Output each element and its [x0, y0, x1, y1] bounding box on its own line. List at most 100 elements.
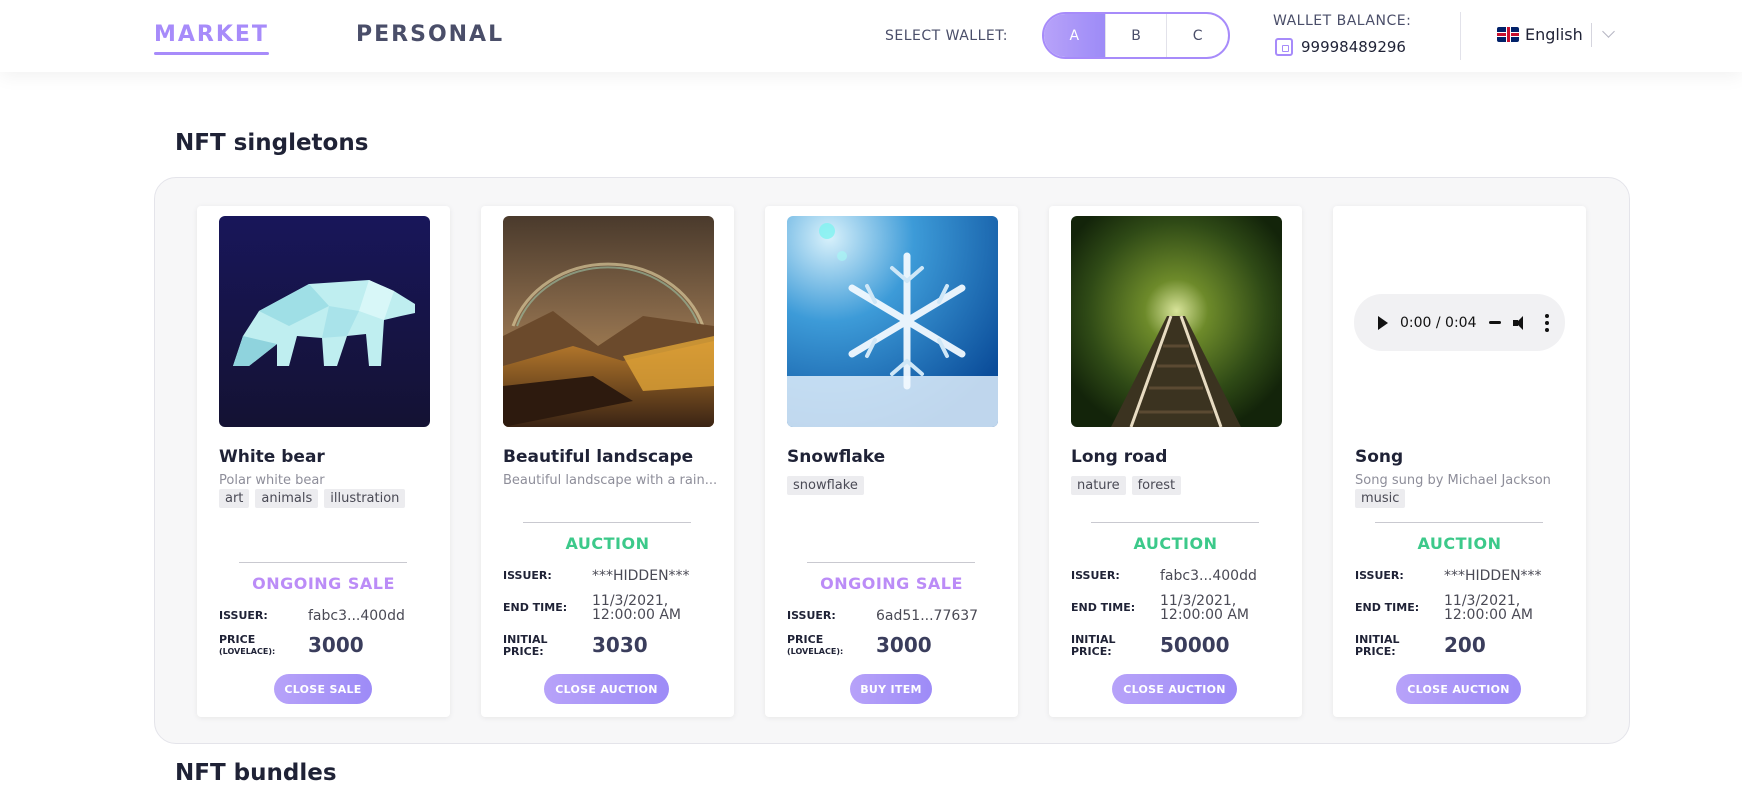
end-time-date: 11/3/2021, [1444, 593, 1521, 609]
issuer-label: ISSUER: [219, 609, 268, 622]
landscape-rainbow-image [503, 216, 714, 427]
initial-price-label-line2: PRICE: [1355, 645, 1396, 658]
tab-market[interactable]: MARKET [154, 22, 269, 55]
end-time-value: 11/3/2021, 12:00:00 AM [592, 594, 681, 622]
close-auction-button[interactable]: CLOSE AUCTION [1396, 674, 1521, 704]
wallet-option-a[interactable]: A [1044, 14, 1106, 57]
wallet-selector: A B C [1042, 12, 1230, 59]
wallet-balance-label: WALLET BALANCE: [1273, 13, 1412, 29]
close-sale-button[interactable]: CLOSE SALE [274, 674, 372, 704]
uk-flag-icon [1497, 27, 1519, 42]
nft-card-long-road: Long road nature forest AUCTION ISSUER: … [1049, 206, 1302, 717]
initial-price-label-line2: PRICE: [503, 645, 544, 658]
initial-price-label-line2: PRICE: [1071, 645, 1112, 658]
tag-list: art animals illustration [219, 489, 406, 508]
issuer-value: fabc3...400dd [308, 608, 405, 624]
header-divider [1460, 12, 1461, 60]
status-badge: AUCTION [1133, 534, 1218, 553]
language-label: English [1525, 25, 1583, 44]
status-badge: ONGOING SALE [252, 574, 395, 593]
wallet-option-c[interactable]: C [1167, 14, 1228, 57]
issuer-label: ISSUER: [787, 609, 836, 622]
status-badge: AUCTION [565, 534, 650, 553]
card-title: Beautiful landscape [503, 447, 694, 467]
issuer-value: fabc3...400dd [1160, 568, 1257, 584]
tag-list: music [1355, 489, 1406, 508]
wallet-icon [1275, 38, 1293, 56]
nft-singletons-grid: White bear Polar white bear art animals … [154, 177, 1630, 744]
more-options-icon[interactable] [1544, 313, 1549, 332]
price-label: PRICE (LOVELACE): [787, 634, 843, 658]
end-time-label: END TIME: [1071, 601, 1136, 614]
card-title: Snowflake [787, 447, 886, 467]
price-value: 3000 [308, 633, 364, 657]
end-time-label: END TIME: [503, 601, 568, 614]
issuer-value: ***HIDDEN*** [592, 568, 690, 584]
tab-personal[interactable]: PERSONAL [356, 22, 504, 47]
card-divider [807, 562, 975, 563]
card-description: Beautiful landscape with a rain... [503, 473, 718, 488]
issuer-value: ***HIDDEN*** [1444, 568, 1542, 584]
nft-card-song: 0:00 / 0:04 Song Song sung by Michael Ja… [1333, 206, 1586, 717]
end-time-value: 11/3/2021, 12:00:00 AM [1444, 594, 1533, 622]
language-separator [1591, 23, 1592, 47]
issuer-label: ISSUER: [1355, 569, 1404, 582]
end-time-date: 11/3/2021, [1160, 593, 1237, 609]
end-time-clock: 12:00:00 AM [1160, 607, 1249, 623]
end-time-clock: 12:00:00 AM [1444, 607, 1533, 623]
chevron-down-icon[interactable] [1602, 25, 1615, 38]
card-description: Polar white bear [219, 473, 325, 488]
tag: snowflake [787, 476, 864, 495]
tag-list: snowflake [787, 476, 864, 495]
nft-card-beautiful-landscape: Beautiful landscape Beautiful landscape … [481, 206, 734, 717]
issuer-label: ISSUER: [1071, 569, 1120, 582]
wallet-option-b[interactable]: B [1106, 14, 1168, 57]
card-divider [523, 522, 691, 523]
end-time-value: 11/3/2021, 12:00:00 AM [1160, 594, 1249, 622]
tag-list: nature forest [1071, 476, 1182, 495]
price-value: 50000 [1160, 633, 1230, 657]
snowflake-image [787, 216, 998, 427]
volume-icon[interactable] [1512, 315, 1527, 330]
polar-bear-image [219, 216, 430, 427]
tag: nature [1071, 476, 1126, 495]
play-icon[interactable] [1378, 315, 1388, 330]
tag: music [1355, 489, 1406, 508]
forest-railway-image [1071, 216, 1282, 427]
status-badge: ONGOING SALE [820, 574, 963, 593]
price-value: 200 [1444, 633, 1486, 657]
close-auction-button[interactable]: CLOSE AUCTION [544, 674, 669, 704]
tag: forest [1131, 476, 1182, 495]
card-title: White bear [219, 447, 325, 467]
language-selector[interactable]: English [1497, 25, 1583, 44]
tag: animals [255, 489, 319, 508]
price-label-text: PRICE [787, 633, 824, 646]
buy-item-button[interactable]: BUY ITEM [850, 674, 932, 704]
price-unit: (LOVELACE): [787, 647, 844, 656]
end-time-clock: 12:00:00 AM [592, 607, 681, 623]
status-badge: AUCTION [1417, 534, 1502, 553]
card-divider [1091, 522, 1259, 523]
price-value: 3000 [876, 633, 932, 657]
nft-card-white-bear: White bear Polar white bear art animals … [197, 206, 450, 717]
initial-price-label: INITIAL PRICE: [503, 634, 548, 658]
initial-price-label: INITIAL PRICE: [1355, 634, 1400, 658]
section-title-bundles: NFT bundles [175, 760, 337, 786]
wallet-balance: 99998489296 [1275, 38, 1406, 56]
section-title-singletons: NFT singletons [175, 130, 369, 156]
card-divider [1375, 522, 1543, 523]
top-header: MARKET PERSONAL SELECT WALLET: A B C WAL… [0, 0, 1742, 72]
wallet-balance-value: 99998489296 [1301, 38, 1406, 56]
initial-price-label: INITIAL PRICE: [1071, 634, 1116, 658]
audio-player[interactable]: 0:00 / 0:04 [1354, 294, 1565, 351]
end-time-date: 11/3/2021, [592, 593, 669, 609]
issuer-value: 6ad51...77637 [876, 608, 979, 624]
card-title: Long road [1071, 447, 1168, 467]
price-value: 3030 [592, 633, 648, 657]
card-description: Song sung by Michael Jackson [1355, 473, 1551, 488]
price-unit: (LOVELACE): [219, 647, 276, 656]
audio-progress-bar[interactable] [1488, 321, 1501, 324]
close-auction-button[interactable]: CLOSE AUCTION [1112, 674, 1237, 704]
tag: art [219, 489, 250, 508]
nft-card-snowflake: Snowflake snowflake ONGOING SALE ISSUER:… [765, 206, 1018, 717]
